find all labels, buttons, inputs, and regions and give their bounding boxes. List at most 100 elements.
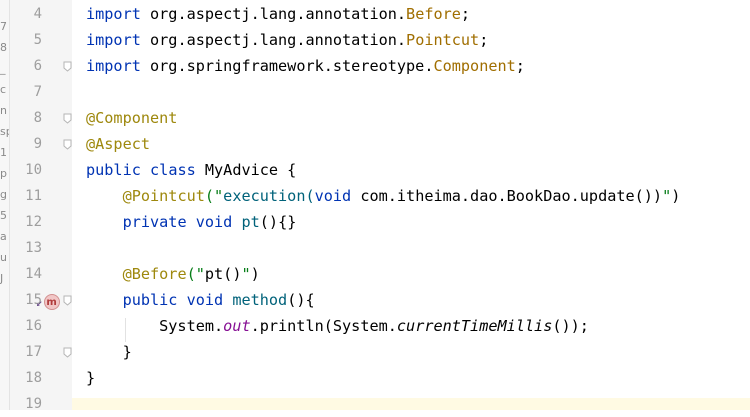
code-token: Before (406, 5, 461, 23)
code-token: Pointcut (406, 31, 480, 49)
line-number: 10 (25, 162, 42, 178)
code-token: pt() (204, 265, 242, 283)
line-number: 14 (25, 266, 42, 282)
line-number: 13 (25, 240, 42, 256)
code-token: (" (204, 187, 224, 205)
line-number: 5 (33, 32, 42, 48)
code-token: method (232, 291, 288, 309)
fold-toggle-icon[interactable] (62, 53, 72, 79)
code-token: @Component (86, 109, 178, 127)
project-tree-fragment: c (0, 83, 7, 96)
code-token: public (122, 291, 178, 309)
code-token: out (223, 317, 251, 335)
code-token: com.itheima.dao.BookDao.update()) (351, 187, 663, 205)
code-token: org.aspectj.lang.annotation. (140, 5, 407, 23)
code-line[interactable]: } (86, 365, 95, 391)
project-tree-fragment: u (0, 251, 7, 264)
code-line[interactable]: @Pointcut("execution(void com.itheima.da… (86, 183, 681, 209)
line-number: 12 (25, 214, 42, 230)
method-icon: m (43, 294, 60, 310)
code-line[interactable]: public void method(){ (86, 287, 315, 313)
code-token: void (195, 213, 233, 231)
line-number: 19 (25, 396, 42, 412)
code-line[interactable]: @Before("pt()") (86, 261, 260, 287)
code-token: org.springframework.stereotype. (140, 57, 434, 75)
code-token: Component (433, 57, 516, 75)
code-token: System. (86, 317, 224, 335)
code-token: " (241, 265, 251, 283)
code-token: import (86, 57, 141, 75)
code-token: ) (671, 187, 681, 205)
code-line[interactable]: public class MyAdvice { (86, 157, 296, 183)
fold-toggle-icon[interactable] (62, 287, 72, 313)
code-token: ; (515, 57, 525, 75)
current-line-highlight (72, 398, 750, 410)
project-tree-fragment: g (0, 188, 7, 201)
line-number: 16 (25, 318, 42, 334)
code-token: (){} (259, 213, 297, 231)
code-token: } (86, 369, 96, 387)
code-token: (" (186, 265, 205, 283)
line-number: 4 (33, 6, 42, 22)
line-number: 17 (25, 344, 42, 360)
project-tree-fragment: a (0, 230, 7, 243)
code-token: ; (460, 5, 471, 23)
code-line[interactable]: import org.springframework.stereotype.Co… (86, 53, 525, 79)
project-tree-fragment: p (0, 167, 7, 180)
code-token: " (662, 187, 672, 205)
code-token: private (122, 213, 187, 231)
code-token: execution( (223, 187, 315, 205)
line-number: 7 (33, 84, 42, 100)
project-tree-fragment: J (0, 272, 4, 285)
fold-toggle-icon[interactable] (62, 131, 72, 157)
project-panel-edge: 7 8 _cn sp 1 pg 5 auJ (0, 0, 10, 410)
code-token: pt (241, 213, 260, 231)
line-number: 11 (25, 188, 42, 204)
code-token: } (86, 343, 132, 361)
code-token: @Pointcut (122, 187, 205, 205)
code-token: org.aspectj.lang.annotation. (140, 31, 407, 49)
fold-toggle-icon[interactable] (62, 105, 72, 131)
code-token: class (150, 161, 196, 179)
line-number: 9 (33, 136, 42, 152)
project-tree-fragment: _ (0, 62, 6, 75)
project-tree-fragment: 8 (0, 41, 7, 54)
project-tree-fragment: n (0, 104, 7, 117)
override-arrow-icon: ↙ (36, 295, 43, 309)
project-tree-fragment: 7 (0, 20, 7, 33)
code-token: MyAdvice { (195, 161, 297, 179)
code-token: @Aspect (86, 135, 151, 153)
code-token: ) (250, 265, 260, 283)
code-token: ()); (552, 317, 589, 335)
code-line[interactable]: } (86, 339, 132, 365)
code-token: ; (479, 31, 489, 49)
implements-method-marker[interactable]: ↙ m (36, 294, 62, 310)
code-token: @Before (122, 265, 187, 283)
code-line[interactable]: @Component (86, 105, 177, 131)
project-tree-fragment: 5 (0, 209, 7, 222)
code-line[interactable]: System.out.println(System.currentTimeMil… (86, 313, 589, 339)
code-line[interactable]: private void pt(){} (86, 209, 297, 235)
code-line[interactable]: @Aspect (86, 131, 150, 157)
code-line[interactable]: import org.aspectj.lang.annotation.Befor… (86, 1, 470, 27)
code-token: import (86, 31, 141, 49)
line-number: 18 (25, 370, 42, 386)
fold-toggle-icon[interactable] (62, 339, 72, 365)
project-tree-fragment: sp (0, 125, 9, 138)
code-editor[interactable]: 78_cnsp1pg5auJ 4567891011121314151617181… (0, 0, 750, 412)
code-token: (){ (287, 291, 315, 309)
code-token: public (86, 161, 141, 179)
code-token: currentTimeMillis (396, 317, 553, 335)
project-tree-fragment: 1 (0, 146, 7, 159)
line-number: 8 (33, 110, 42, 126)
code-token: .println(System. (250, 317, 397, 335)
code-line[interactable]: import org.aspectj.lang.annotation.Point… (86, 27, 488, 53)
line-number: 6 (33, 58, 42, 74)
